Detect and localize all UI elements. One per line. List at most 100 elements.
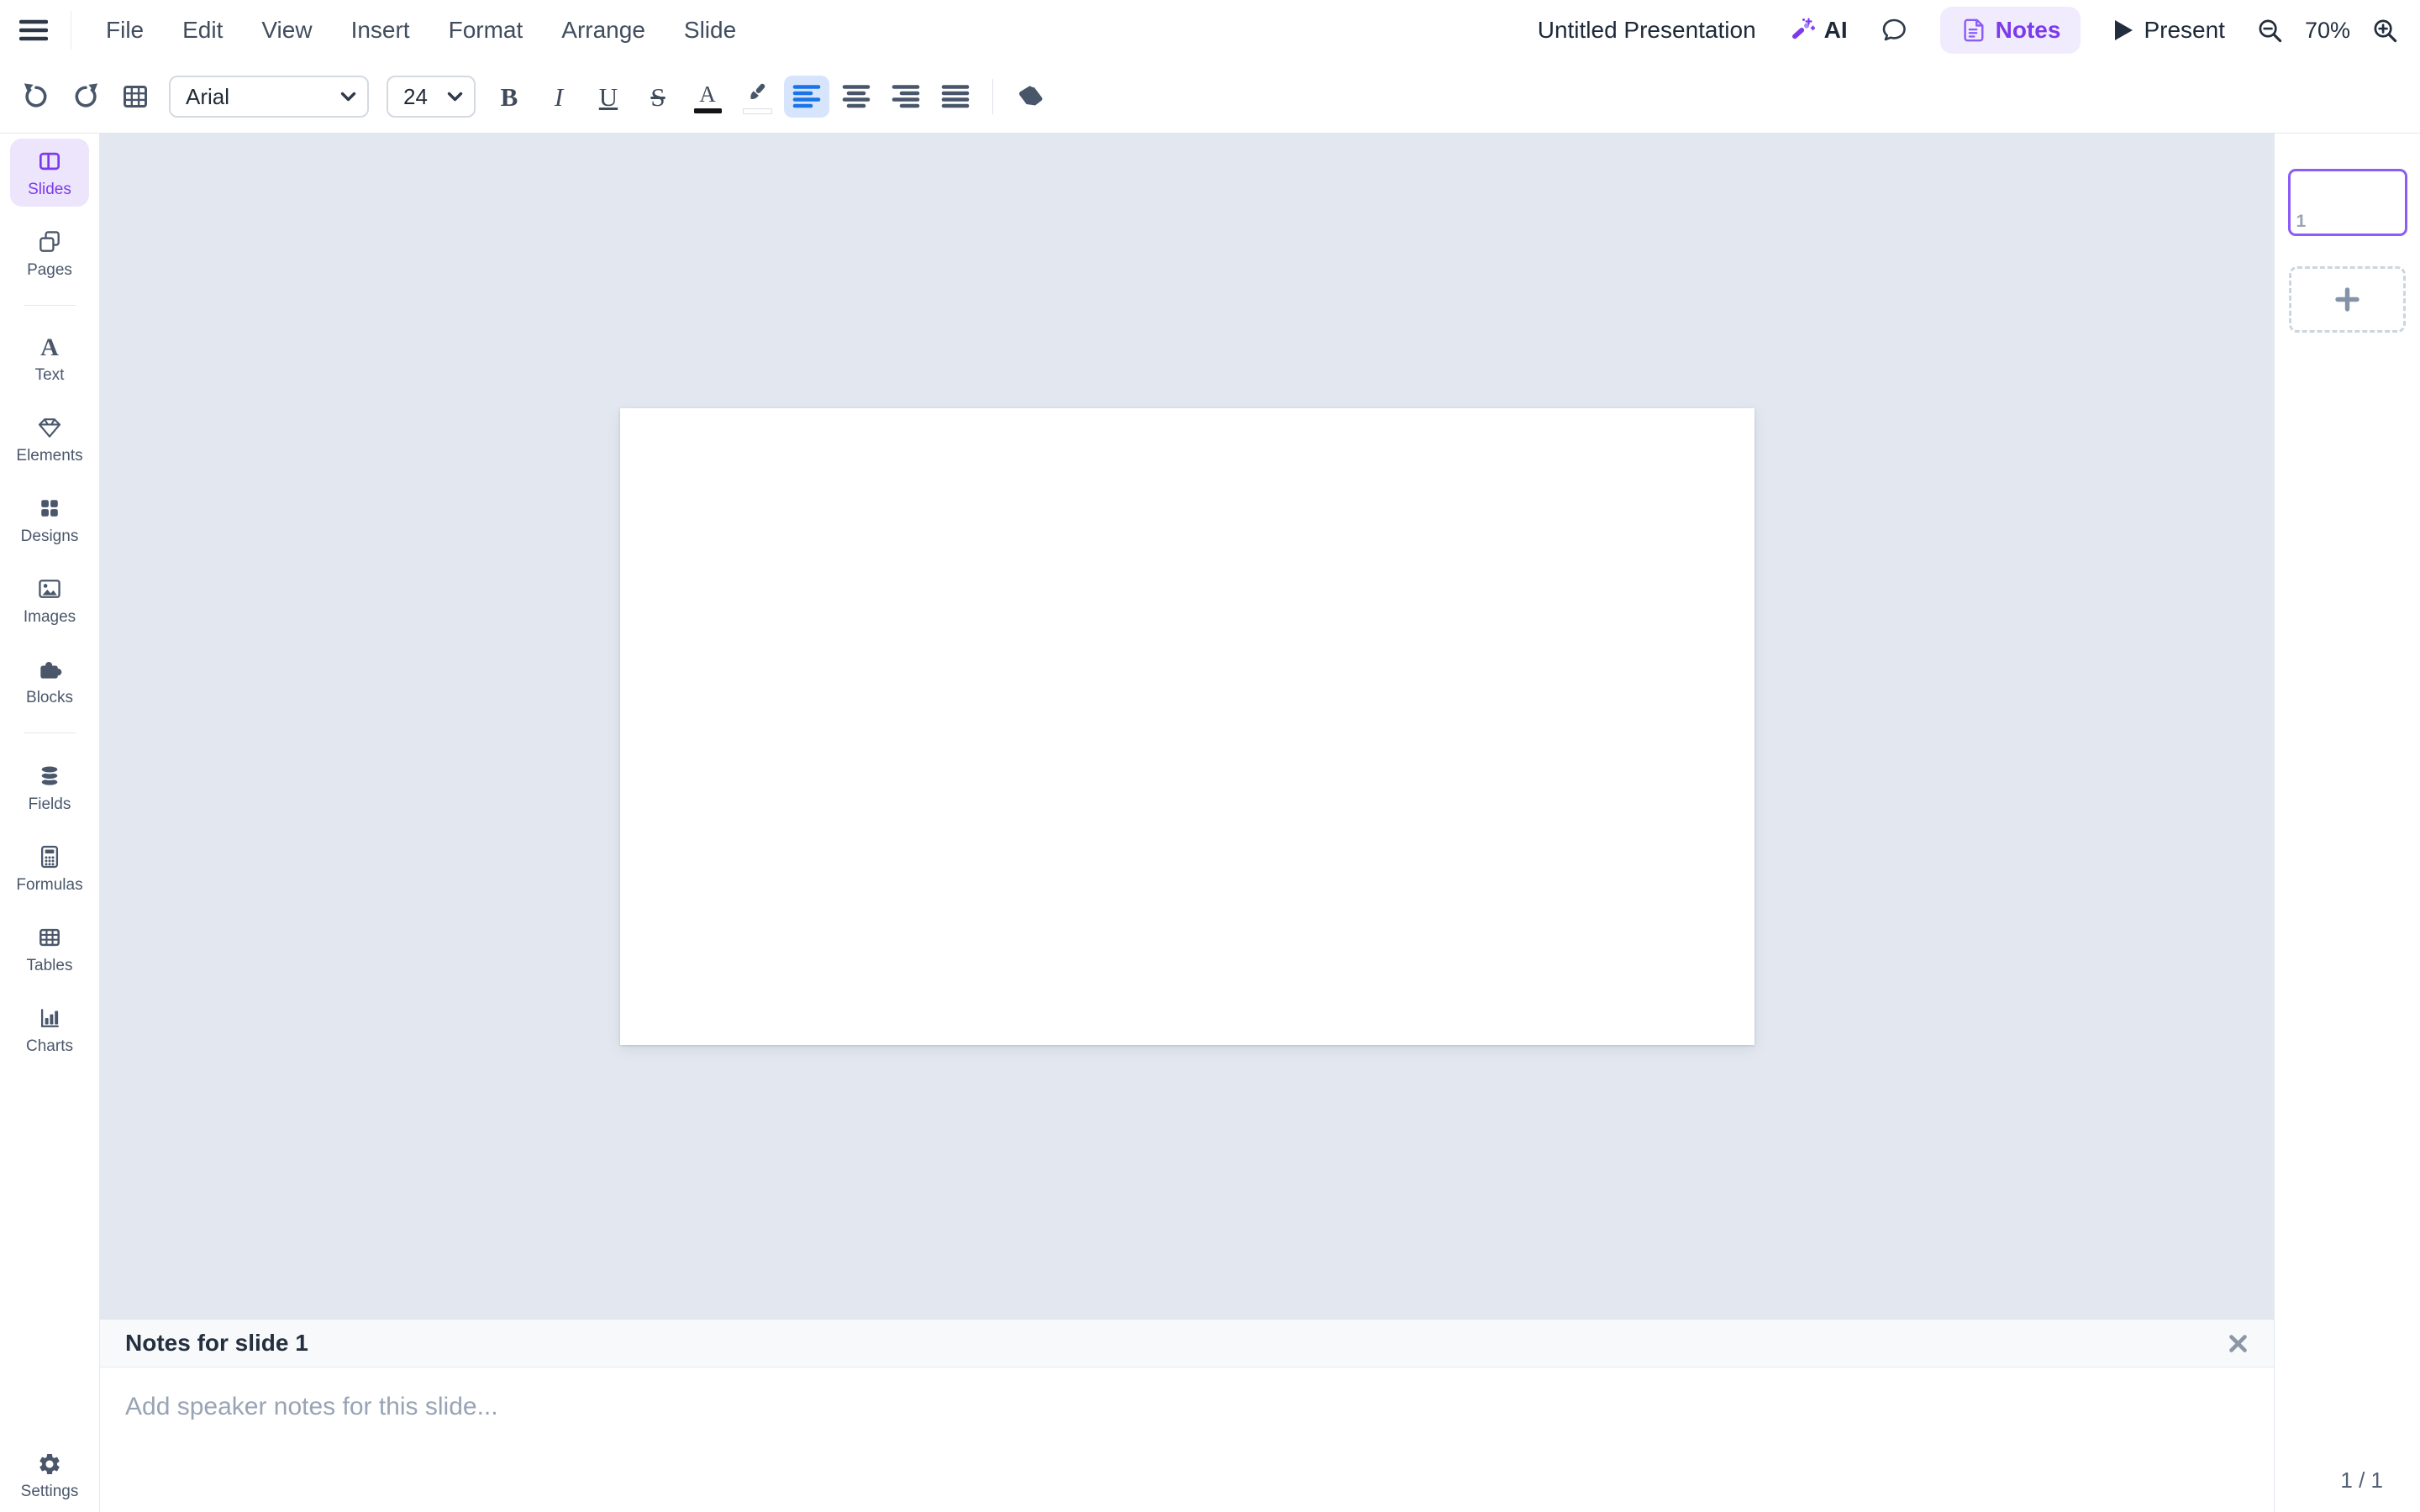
pages-icon: [35, 228, 64, 255]
close-icon: [2228, 1333, 2249, 1354]
align-right-icon: [892, 84, 920, 109]
sidebar-item-label: Elements: [16, 447, 82, 465]
menu-format[interactable]: Format: [429, 0, 543, 60]
italic-label: I: [555, 84, 563, 110]
speaker-notes-input[interactable]: [100, 1368, 2268, 1510]
underline-label: U: [599, 84, 618, 110]
sidebar-item-designs[interactable]: Designs: [10, 486, 89, 554]
comments-button[interactable]: [1880, 16, 1908, 45]
ai-button[interactable]: AI: [1788, 17, 1848, 44]
sidebar-item-label: Slides: [28, 181, 71, 199]
sidebar-item-slides[interactable]: Slides: [10, 139, 89, 207]
present-button[interactable]: Present: [2112, 17, 2225, 44]
underline-button[interactable]: U: [586, 76, 631, 118]
sidebar-item-tables[interactable]: Tables: [10, 915, 89, 983]
calculator-icon: [35, 843, 64, 870]
sidebar-item-pages[interactable]: Pages: [10, 219, 89, 287]
sidebar-item-formulas[interactable]: Formulas: [10, 834, 89, 902]
text-color-swatch: [694, 108, 722, 113]
hamburger-menu-button[interactable]: [8, 0, 59, 60]
notes-document-icon: [1960, 17, 1986, 44]
sidebar-item-charts[interactable]: Charts: [10, 995, 89, 1063]
present-button-label: Present: [2144, 17, 2225, 44]
align-right-button[interactable]: [883, 76, 929, 118]
magic-wand-icon: [1788, 17, 1815, 44]
sidebar-item-label: Designs: [21, 528, 79, 546]
designs-grid-icon: [35, 495, 64, 522]
editor-canvas: [100, 134, 2274, 1319]
redo-button[interactable]: [63, 76, 108, 118]
sidebar-item-fields[interactable]: Fields: [10, 753, 89, 822]
insert-table-button[interactable]: [113, 76, 158, 118]
plus-icon: [2334, 286, 2360, 312]
page-indicator: 1 / 1: [2340, 1467, 2383, 1494]
sidebar-item-elements[interactable]: Elements: [10, 405, 89, 473]
slide-thumbnail-1[interactable]: 1: [2288, 169, 2407, 236]
hamburger-icon: [19, 19, 48, 41]
gem-icon: [35, 414, 64, 441]
menu-arrange[interactable]: Arrange: [542, 0, 665, 60]
text-color-button[interactable]: A: [685, 74, 730, 119]
font-size-select[interactable]: 24: [388, 77, 474, 116]
sidebar-item-label: Text: [35, 366, 65, 385]
ai-button-label: AI: [1824, 17, 1848, 44]
highlight-color-button[interactable]: [734, 74, 780, 119]
menu-insert[interactable]: Insert: [332, 0, 429, 60]
align-justify-icon: [941, 84, 970, 109]
align-left-icon: [792, 84, 821, 109]
align-justify-button[interactable]: [933, 76, 978, 118]
notes-panel: Notes for slide 1: [100, 1319, 2274, 1512]
menu-bar: File Edit View Insert Format Arrange Sli…: [0, 0, 2420, 60]
add-slide-button[interactable]: [2289, 266, 2406, 333]
sidebar-divider: [24, 305, 76, 306]
sidebar-item-images[interactable]: Images: [10, 566, 89, 634]
redo-icon: [70, 81, 102, 113]
strikethrough-button[interactable]: S: [635, 76, 681, 118]
bar-chart-icon: [35, 1005, 64, 1032]
zoom-out-button[interactable]: [2257, 18, 2283, 44]
paintbrush-icon: [744, 82, 770, 105]
zoom-out-icon: [2257, 18, 2283, 44]
menu-view[interactable]: View: [242, 0, 331, 60]
sidebar-item-label: Blocks: [26, 689, 73, 707]
highlight-color-swatch: [743, 108, 772, 114]
zoom-in-icon: [2372, 18, 2398, 44]
menu-file[interactable]: File: [87, 0, 163, 60]
font-family-select[interactable]: Arial: [171, 77, 367, 116]
undo-button[interactable]: [13, 76, 59, 118]
align-center-icon: [842, 84, 871, 109]
sidebar-item-text[interactable]: A Text: [10, 326, 89, 392]
undo-icon: [20, 81, 52, 113]
clear-formatting-button[interactable]: [1007, 76, 1053, 118]
menu-edit[interactable]: Edit: [163, 0, 242, 60]
sidebar-item-label: Fields: [29, 795, 71, 814]
sidebar-item-label: Formulas: [16, 876, 82, 895]
close-notes-button[interactable]: [2228, 1333, 2249, 1354]
slide-thumbnails-panel: 1 1 / 1: [2274, 134, 2420, 1512]
sidebar-divider: [24, 732, 76, 733]
play-icon: [2112, 18, 2134, 42]
text-icon: A: [40, 335, 59, 360]
menu-slide[interactable]: Slide: [665, 0, 755, 60]
sidebar-item-blocks[interactable]: Blocks: [10, 647, 89, 715]
slides-icon: [35, 148, 64, 175]
eraser-icon: [1015, 83, 1045, 110]
bold-button[interactable]: B: [487, 76, 532, 118]
zoom-in-button[interactable]: [2372, 18, 2398, 44]
align-center-button[interactable]: [834, 76, 879, 118]
sidebar-item-label: Tables: [27, 957, 73, 975]
gear-icon: [37, 1452, 62, 1477]
sidebar-item-label: Settings: [21, 1483, 79, 1501]
text-color-label: A: [699, 83, 716, 105]
tables-icon: [35, 924, 64, 951]
table-grid-icon: [120, 81, 150, 112]
notes-toggle-button[interactable]: Notes: [1940, 7, 2081, 54]
slide-number: 1: [2296, 212, 2307, 232]
italic-button[interactable]: I: [536, 76, 581, 118]
sidebar-item-settings[interactable]: Settings: [10, 1442, 89, 1509]
document-title[interactable]: Untitled Presentation: [1538, 17, 1756, 44]
notes-panel-header: Notes for slide 1: [100, 1319, 2274, 1368]
align-left-button[interactable]: [784, 76, 829, 118]
slide-canvas[interactable]: [620, 408, 1754, 1045]
left-sidebar: Slides Pages A Text Elements De: [0, 134, 100, 1512]
